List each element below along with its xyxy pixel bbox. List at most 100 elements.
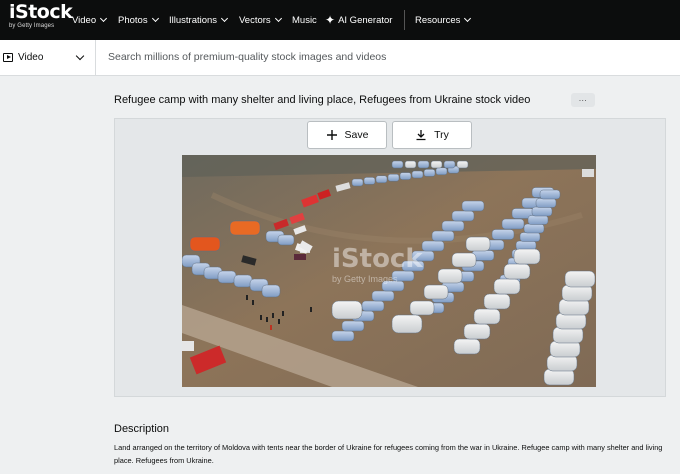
white-tent: [564, 270, 596, 288]
tent: [217, 270, 237, 284]
nav-item-label: Resources: [415, 14, 461, 26]
white-tent: [503, 263, 531, 280]
white-tent: [437, 268, 463, 284]
tent: [443, 160, 456, 169]
tent: [535, 198, 557, 208]
logo-wordmark: iStock: [9, 1, 73, 23]
nav-item-label: Music: [292, 14, 317, 26]
white-tent: [463, 323, 491, 340]
nav-divider: [404, 10, 405, 30]
nav-item-vectors[interactable]: Vectors: [239, 0, 282, 40]
nav-item-label: Vectors: [239, 14, 271, 26]
tent: [421, 240, 445, 252]
white-tent: [558, 298, 590, 316]
nav-item-resources[interactable]: Resources: [415, 0, 472, 40]
nav-item-illustrations[interactable]: Illustrations: [169, 0, 229, 40]
media-type-select[interactable]: Video: [0, 40, 96, 76]
tent: [423, 169, 436, 177]
tent: [351, 178, 364, 187]
tent: [361, 300, 385, 312]
tent: [399, 172, 412, 180]
logo-subtitle: by Getty Images: [9, 23, 55, 29]
chevron-down-icon: [75, 51, 85, 61]
tent: [371, 290, 395, 302]
nav-item-label: Illustrations: [169, 14, 218, 26]
tent: [430, 160, 443, 169]
plus-icon: [326, 129, 338, 141]
media-type-label: Video: [18, 52, 44, 63]
tent: [277, 234, 295, 246]
tent: [461, 200, 485, 212]
sparkle-icon: ✦: [325, 13, 336, 27]
tent: [341, 320, 365, 332]
tent: [451, 210, 475, 222]
tent: [363, 177, 376, 185]
tent: [539, 189, 561, 200]
orange-tent: [189, 236, 221, 252]
asset-title: Refugee camp with many shelter and livin…: [114, 94, 531, 106]
more-options-button[interactable]: ...: [571, 93, 595, 107]
nav-item-label: Video: [72, 14, 97, 26]
watermark-text: iStock: [332, 244, 423, 274]
tent: [441, 220, 465, 232]
try-label: Try: [434, 129, 449, 141]
tent: [261, 284, 281, 298]
watermark-subtext: by Getty Images: [332, 274, 398, 284]
tent: [435, 167, 448, 176]
tent: [527, 215, 549, 225]
video-preview[interactable]: iStock by Getty Images: [182, 155, 596, 387]
tent: [456, 160, 469, 169]
tent: [515, 240, 537, 251]
white-tent: [493, 278, 521, 295]
tent: [417, 160, 430, 169]
white-tent: [451, 252, 477, 268]
white-tent: [552, 326, 584, 344]
istock-logo[interactable]: iStock by Getty Images: [9, 1, 73, 35]
white-tent: [543, 368, 575, 386]
nav-item-video[interactable]: Video: [72, 0, 108, 40]
save-button[interactable]: Save: [307, 121, 387, 149]
tent: [523, 223, 545, 234]
description-heading: Description: [114, 423, 170, 435]
tent: [391, 160, 404, 169]
chevron-down-icon: [151, 14, 159, 23]
tent: [387, 173, 400, 182]
tent: [491, 229, 515, 240]
white-tent: [473, 308, 501, 325]
nav-item-photos[interactable]: Photos: [118, 0, 159, 40]
try-button[interactable]: Try: [392, 121, 472, 149]
white-tent: [391, 314, 423, 334]
nav-item-label: Photos: [118, 14, 148, 26]
chevron-down-icon: [464, 14, 472, 23]
chevron-down-icon: [221, 14, 229, 23]
download-icon: [415, 129, 427, 141]
white-tent: [555, 312, 587, 330]
save-label: Save: [344, 129, 369, 141]
nav-item-label: AI Generator: [338, 14, 393, 26]
white-tent: [546, 354, 578, 372]
tent: [411, 170, 424, 179]
tent: [531, 206, 553, 217]
white-tent: [423, 284, 449, 300]
nav-item-ai-generator[interactable]: ✦ AI Generator: [325, 0, 392, 40]
video-still-image: iStock by Getty Images: [182, 155, 596, 387]
white-tent: [331, 300, 363, 320]
description-text: Land arranged on the territory of Moldov…: [114, 443, 663, 465]
tent: [375, 175, 388, 184]
white-tent: [453, 338, 481, 355]
white-tent: [483, 293, 511, 310]
video-play-icon: [3, 53, 13, 62]
white-tent: [549, 340, 581, 358]
tent: [501, 218, 525, 230]
search-input[interactable]: [108, 51, 668, 63]
tent: [431, 230, 455, 242]
tent: [233, 274, 253, 288]
chevron-down-icon: [100, 14, 108, 23]
tent: [331, 330, 355, 342]
white-tent: [465, 236, 491, 252]
tent: [519, 232, 541, 242]
search-bar: Video: [0, 40, 680, 76]
orange-tent: [229, 220, 261, 236]
top-nav: iStock by Getty Images Video Photos Illu…: [0, 0, 680, 40]
nav-item-music[interactable]: Music: [292, 0, 317, 40]
